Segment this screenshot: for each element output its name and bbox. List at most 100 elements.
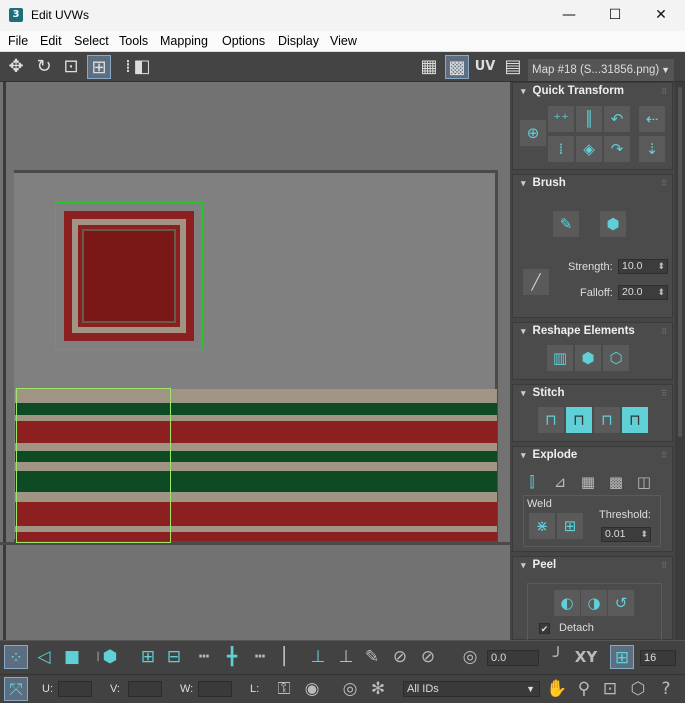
rotation-icon[interactable]: ◎ [458, 645, 482, 669]
weld-all-icon[interactable]: ⊞ [557, 513, 583, 539]
relax-icon[interactable]: ⬢ [575, 345, 601, 371]
mirror-flip-icon[interactable]: ◧ [130, 55, 154, 79]
hide-icon[interactable]: ◉ [300, 677, 324, 701]
soft-selection-icon[interactable]: ╯ [546, 645, 570, 669]
paint-grow-icon[interactable]: ⊘ [388, 645, 412, 669]
maximize-button[interactable]: ☐ [592, 0, 638, 31]
checker-toggle-icon[interactable]: ▦ [417, 55, 441, 79]
u-field[interactable] [58, 681, 92, 697]
freeform-tool-icon[interactable]: ⊞ [87, 55, 111, 79]
paint-shrink-icon[interactable]: ⊘ [416, 645, 440, 669]
loop-select-icon[interactable]: ┅ [192, 645, 216, 669]
pan-icon[interactable]: ✋ [545, 677, 569, 701]
freeze-icon[interactable]: ✻ [366, 677, 390, 701]
peel-mode-icon[interactable]: ◑ [581, 590, 607, 616]
explode-polygons-icon[interactable]: ⫿ [521, 471, 543, 493]
material-id-dropdown[interactable]: All IDs ▼ [403, 681, 540, 697]
eye-icon[interactable]: ◎ [338, 677, 362, 701]
menu-view[interactable]: View [330, 34, 357, 48]
help-icon[interactable]: ? [654, 677, 678, 701]
align-center-icon[interactable]: ◈ [576, 136, 602, 162]
point-to-point-icon[interactable]: ▏ [278, 645, 302, 669]
brush-header[interactable]: Brush [521, 177, 566, 189]
brush-falloff-icon[interactable]: ╱ [523, 269, 549, 295]
shrink-selection-icon[interactable]: ⊟ [162, 645, 186, 669]
reset-peel-icon[interactable]: ↺ [608, 590, 634, 616]
explode-smoothing-icon[interactable]: ▦ [577, 471, 599, 493]
panel-scrollbar[interactable] [675, 82, 685, 640]
transform-pivot-icon[interactable]: ⊕ [520, 120, 546, 146]
stitch-target-icon[interactable]: ⊓ [566, 407, 592, 433]
element-mode-icon[interactable]: ⬢ [98, 645, 122, 669]
weld-selected-icon[interactable]: ⋇ [529, 513, 555, 539]
ring-select-icon[interactable]: ╋ [220, 645, 244, 669]
stitch-average-icon[interactable]: ⊓ [594, 407, 620, 433]
explode-materials-icon[interactable]: ▩ [605, 471, 627, 493]
explode-to-elements-icon[interactable]: ◫ [633, 471, 655, 493]
rotate-ccw-icon[interactable]: ↶ [604, 106, 630, 132]
edge-mode-icon[interactable]: ◁ [32, 645, 56, 669]
texture-map-dropdown[interactable]: Map #18 (S...31856.png) ▼ [528, 59, 674, 81]
quick-transform-header[interactable]: Quick Transform [521, 85, 624, 97]
minimize-button[interactable]: — [546, 0, 592, 31]
uv-viewport[interactable] [0, 82, 510, 640]
polygon-mode-icon[interactable]: ■ [60, 645, 84, 669]
edge-loop-icon[interactable]: ┅ [248, 645, 272, 669]
align-vertical-icon[interactable]: ⁞ [548, 136, 574, 162]
grid-snap-icon[interactable]: ⊞ [610, 645, 634, 669]
menu-select[interactable]: Select [74, 34, 109, 48]
brush-rollout: Brush ⠿ ✎ ⬢ ╱ Strength: 10.0 Falloff: 20… [512, 174, 673, 318]
flip-vertical-icon[interactable]: ⇣ [639, 136, 665, 162]
zoom-icon[interactable]: ⚲ [572, 677, 596, 701]
stitch-custom-icon[interactable]: ⊓ [538, 407, 564, 433]
rotate-tool-icon[interactable]: ↻ [32, 55, 56, 79]
paint-move-icon[interactable]: ✎ [553, 211, 579, 237]
straighten-icon[interactable]: ▥ [547, 345, 573, 371]
relax-brush-icon[interactable]: ⬢ [600, 211, 626, 237]
flatten-icon[interactable]: ⬡ [603, 345, 629, 371]
show-map-icon[interactable]: ▩ [445, 55, 469, 79]
menu-display[interactable]: Display [278, 34, 319, 48]
stitch-header[interactable]: Stitch [521, 387, 565, 399]
zoom-extents-icon[interactable]: ⬡ [626, 677, 650, 701]
scrollbar-thumb[interactable] [678, 87, 682, 437]
menu-tools[interactable]: Tools [119, 34, 148, 48]
menu-options[interactable]: Options [222, 34, 265, 48]
space-vertical-icon[interactable]: ║ [576, 106, 602, 132]
menu-edit[interactable]: Edit [40, 34, 62, 48]
close-button[interactable]: ✕ [638, 0, 684, 31]
lock-icon[interactable]: ⚿ [272, 677, 296, 701]
detach-checkbox[interactable]: ✔ [539, 623, 550, 634]
falloff-spinner[interactable]: 20.0 [618, 285, 668, 300]
xy-axis-toggle[interactable]: XY [572, 645, 600, 669]
stitch-source-icon[interactable]: ⊓ [622, 407, 648, 433]
menu-file[interactable]: File [8, 34, 28, 48]
grow-selection-icon[interactable]: ⊞ [136, 645, 160, 669]
select-overlap-icon[interactable]: ⊥ [306, 645, 330, 669]
move-tool-icon[interactable]: ✥ [4, 55, 28, 79]
menu-mapping[interactable]: Mapping [160, 34, 208, 48]
strength-spinner[interactable]: 10.0 [618, 259, 668, 274]
select-inverted-icon[interactable]: ⊥ [334, 645, 358, 669]
absolute-offset-icon[interactable]: ⤧ [4, 677, 28, 701]
explode-header[interactable]: Explode [521, 449, 578, 461]
threshold-spinner[interactable]: 0.01 [601, 527, 651, 542]
uv-island-square[interactable] [55, 202, 203, 350]
peel-header[interactable]: Peel [521, 559, 557, 571]
scale-tool-icon[interactable]: ⊡ [59, 55, 83, 79]
explode-hard-edges-icon[interactable]: ⊿ [549, 471, 571, 493]
paint-select-icon[interactable]: ✎ [360, 645, 384, 669]
map-settings-icon[interactable]: ▤ [501, 55, 525, 79]
uv-space-label[interactable]: UV [473, 55, 497, 79]
reshape-elements-header[interactable]: Reshape Elements [521, 325, 635, 337]
w-field[interactable] [198, 681, 232, 697]
quick-peel-icon[interactable]: ◐ [554, 590, 580, 616]
zoom-region-icon[interactable]: ⊡ [598, 677, 622, 701]
flip-horizontal-icon[interactable]: ⇠ [639, 106, 665, 132]
rotate-cw-icon[interactable]: ↷ [604, 136, 630, 162]
align-horizontal-icon[interactable]: ⁺⁺ [548, 106, 574, 132]
angle-field[interactable]: 0.0 [487, 650, 539, 666]
grid-size-field[interactable]: 16 [640, 650, 676, 666]
vertex-mode-icon[interactable]: ⁘ [4, 645, 28, 669]
v-field[interactable] [128, 681, 162, 697]
